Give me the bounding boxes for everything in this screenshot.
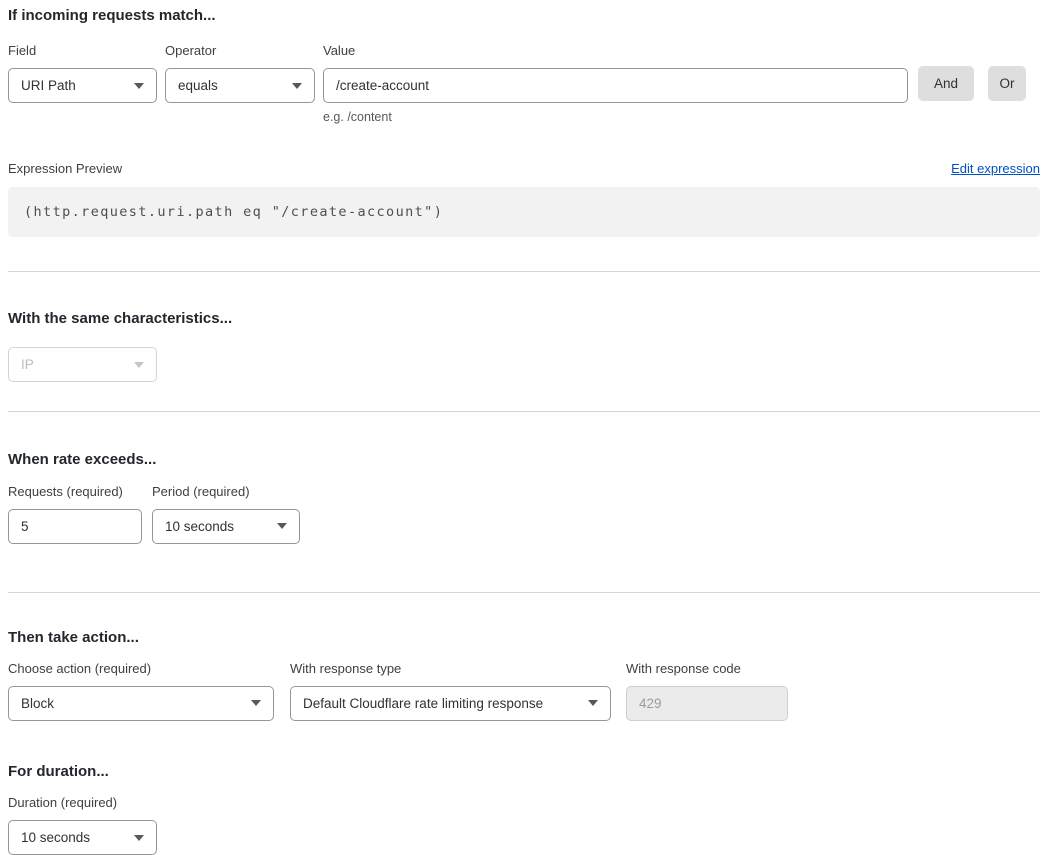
section-divider bbox=[8, 411, 1040, 412]
response-type-select-value: Default Cloudflare rate limiting respons… bbox=[303, 696, 543, 711]
value-input[interactable] bbox=[323, 68, 908, 103]
characteristics-section-heading: With the same characteristics... bbox=[8, 310, 1040, 327]
operator-label: Operator bbox=[165, 44, 315, 59]
requests-label: Requests (required) bbox=[8, 485, 142, 500]
duration-select[interactable]: 10 seconds bbox=[8, 820, 157, 855]
duration-select-value: 10 seconds bbox=[21, 830, 90, 845]
characteristic-select-value: IP bbox=[21, 357, 34, 372]
expression-preview-label: Expression Preview bbox=[8, 161, 122, 176]
choose-action-select[interactable]: Block bbox=[8, 686, 274, 721]
duration-label: Duration (required) bbox=[8, 796, 157, 811]
response-code-label: With response code bbox=[626, 662, 788, 677]
match-section-heading: If incoming requests match... bbox=[8, 0, 1040, 24]
requests-group: Requests (required) bbox=[8, 485, 142, 544]
choose-action-group: Choose action (required) Block bbox=[8, 662, 274, 721]
response-type-select[interactable]: Default Cloudflare rate limiting respons… bbox=[290, 686, 611, 721]
edit-expression-link[interactable]: Edit expression bbox=[951, 161, 1040, 176]
choose-action-label: Choose action (required) bbox=[8, 662, 274, 677]
chevron-down-icon bbox=[134, 835, 144, 841]
chevron-down-icon bbox=[292, 83, 302, 89]
response-code-input bbox=[626, 686, 788, 721]
section-divider bbox=[8, 592, 1040, 593]
period-select-value: 10 seconds bbox=[165, 519, 234, 534]
match-controls-row: Field URI Path Operator equals Value e.g… bbox=[8, 44, 1040, 124]
rate-section-heading: When rate exceeds... bbox=[8, 451, 1040, 468]
period-group: Period (required) 10 seconds bbox=[152, 485, 300, 544]
chevron-down-icon bbox=[134, 83, 144, 89]
value-hint: e.g. /content bbox=[323, 110, 908, 124]
field-select-value: URI Path bbox=[21, 78, 76, 93]
value-group: Value e.g. /content bbox=[323, 44, 908, 124]
period-select[interactable]: 10 seconds bbox=[152, 509, 300, 544]
duration-section-heading: For duration... bbox=[8, 763, 1040, 780]
chevron-down-icon bbox=[277, 523, 287, 529]
field-select[interactable]: URI Path bbox=[8, 68, 157, 103]
rate-controls-row: Requests (required) Period (required) 10… bbox=[8, 485, 1040, 544]
section-divider bbox=[8, 271, 1040, 272]
operator-select[interactable]: equals bbox=[165, 68, 315, 103]
characteristic-select: IP bbox=[8, 347, 157, 382]
requests-input[interactable] bbox=[8, 509, 142, 544]
field-group: Field URI Path bbox=[8, 44, 157, 103]
field-label: Field bbox=[8, 44, 157, 59]
response-code-group: With response code bbox=[626, 662, 788, 721]
value-label: Value bbox=[323, 44, 908, 59]
response-type-group: With response type Default Cloudflare ra… bbox=[290, 662, 611, 721]
action-controls-row: Choose action (required) Block With resp… bbox=[8, 662, 1040, 721]
choose-action-select-value: Block bbox=[21, 696, 54, 711]
action-section-heading: Then take action... bbox=[8, 629, 1040, 646]
response-type-label: With response type bbox=[290, 662, 611, 677]
expression-text: (http.request.uri.path eq "/create-accou… bbox=[24, 204, 443, 220]
chevron-down-icon bbox=[134, 362, 144, 368]
or-button[interactable]: Or bbox=[988, 66, 1026, 101]
expression-preview-row: Expression Preview Edit expression bbox=[8, 161, 1040, 176]
duration-group: Duration (required) 10 seconds bbox=[8, 796, 157, 855]
operator-group: Operator equals bbox=[165, 44, 315, 103]
operator-select-value: equals bbox=[178, 78, 218, 93]
chevron-down-icon bbox=[588, 700, 598, 706]
rate-limiting-rule-form: If incoming requests match... Field URI … bbox=[0, 0, 1048, 855]
chevron-down-icon bbox=[251, 700, 261, 706]
expression-preview-box: (http.request.uri.path eq "/create-accou… bbox=[8, 187, 1040, 237]
period-label: Period (required) bbox=[152, 485, 300, 500]
and-button[interactable]: And bbox=[918, 66, 974, 101]
